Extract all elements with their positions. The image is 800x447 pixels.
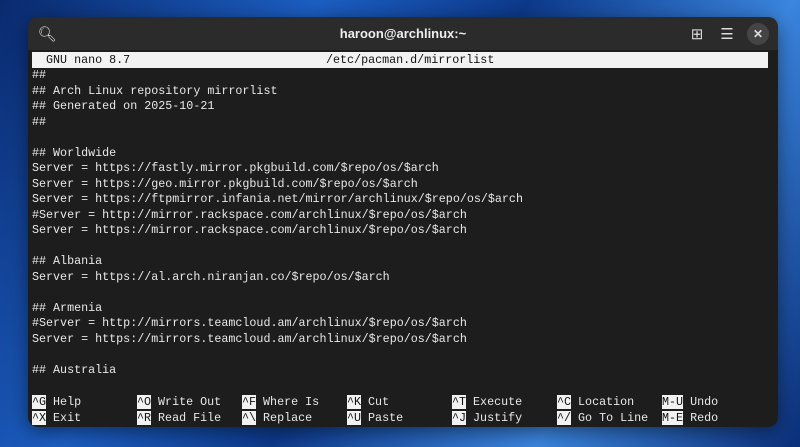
shortcut-item[interactable]: M-E Redo — [662, 410, 718, 426]
shortcut-key: M-E — [662, 411, 684, 425]
shortcut-key: ^R — [137, 411, 152, 425]
shortcut-key: ^O — [137, 395, 152, 409]
shortcut-key: ^G — [32, 395, 47, 409]
window-title: haroon@archlinux:~ — [339, 26, 467, 41]
shortcut-label: Where Is — [263, 395, 320, 409]
shortcut-item[interactable]: ^G Help — [32, 394, 81, 410]
text-line[interactable]: ## Armenia — [32, 301, 772, 317]
shortcut-label: Redo — [690, 411, 719, 425]
shortcut-row: ^G Help ^O Write Out ^F Where Is ^K Cut ^T E… — [32, 394, 772, 410]
shortcut-key: M-U — [662, 395, 684, 409]
nano-editor[interactable]: GNU nano 8.7/etc/pacman.d/mirrorlist ## #… — [32, 52, 772, 378]
text-line[interactable] — [32, 130, 772, 146]
shortcut-key: ^K — [347, 395, 362, 409]
text-line[interactable]: ## Arch Linux repository mirrorlist — [32, 84, 772, 100]
shortcut-label: Read File — [158, 411, 222, 425]
nano-title-bar: GNU nano 8.7/etc/pacman.d/mirrorlist — [32, 52, 768, 68]
terminal-window: 🔍︎ haroon@archlinux:~ ⊞ ☰ ✕ GNU nano 8.7… — [28, 17, 778, 427]
shortcut-label: Go To Line — [578, 411, 649, 425]
shortcut-label: Undo — [690, 395, 719, 409]
new-tab-icon[interactable]: ⊞ — [686, 23, 708, 45]
shortcut-item[interactable]: ^O Write Out — [137, 394, 221, 410]
shortcut-label: Help — [53, 395, 82, 409]
shortcut-key: ^/ — [557, 411, 572, 425]
shortcut-item[interactable]: ^X Exit — [32, 410, 81, 426]
file-content[interactable]: ## ## Arch Linux repository mirrorlist ## … — [32, 68, 772, 378]
shortcut-label: Cut — [368, 395, 390, 409]
text-line[interactable]: Server = https://mirror.rackspace.com/ar… — [32, 223, 772, 239]
text-line[interactable]: ## — [32, 115, 772, 131]
shortcut-label: Paste — [368, 411, 404, 425]
header-bar: 🔍︎ haroon@archlinux:~ ⊞ ☰ ✕ — [28, 17, 778, 50]
text-line[interactable]: #Server = http://mirror.rackspace.com/ar… — [32, 208, 772, 224]
shortcut-key: ^X — [32, 411, 47, 425]
shortcut-label: Write Out — [158, 395, 222, 409]
shortcut-label: Execute — [473, 395, 523, 409]
text-line[interactable] — [32, 347, 772, 363]
shortcut-label: Location — [578, 395, 635, 409]
text-line[interactable]: ## Albania — [32, 254, 772, 270]
shortcut-bar: ^G Help ^O Write Out ^F Where Is ^K Cut ^T E… — [32, 394, 772, 426]
menu-icon[interactable]: ☰ — [716, 23, 738, 45]
text-line[interactable]: Server = https://fastly.mirror.pkgbuild.… — [32, 161, 772, 177]
nano-version: GNU nano 8.7 — [46, 53, 131, 67]
close-icon[interactable]: ✕ — [747, 23, 769, 45]
shortcut-key: ^J — [452, 411, 467, 425]
shortcut-item[interactable]: ^T Execute — [452, 394, 522, 410]
shortcut-label: Exit — [53, 411, 82, 425]
text-line[interactable] — [32, 239, 772, 255]
shortcut-item[interactable]: ^R Read File — [137, 410, 221, 426]
text-line[interactable]: Server = https://al.arch.niranjan.co/$re… — [32, 270, 772, 286]
text-line[interactable]: Server = https://mirrors.teamcloud.am/ar… — [32, 332, 772, 348]
shortcut-key: ^C — [557, 395, 572, 409]
shortcut-item[interactable]: ^/ Go To Line — [557, 410, 648, 426]
shortcut-item[interactable]: ^J Justify — [452, 410, 522, 426]
text-line[interactable]: Server = https://geo.mirror.pkgbuild.com… — [32, 177, 772, 193]
text-line[interactable]: ## Worldwide — [32, 146, 772, 162]
shortcut-label: Justify — [473, 411, 523, 425]
shortcut-item[interactable]: ^U Paste — [347, 410, 403, 426]
text-line[interactable]: #Server = http://mirrors.teamcloud.am/ar… — [32, 316, 772, 332]
shortcut-item[interactable]: ^\ Replace — [242, 410, 312, 426]
text-line[interactable]: ## Generated on 2025-10-21 — [32, 99, 772, 115]
shortcut-key: ^\ — [242, 411, 257, 425]
shortcut-label: Replace — [263, 411, 313, 425]
text-line[interactable]: Server = https://ftpmirror.infania.net/m… — [32, 192, 772, 208]
shortcut-key: ^T — [452, 395, 467, 409]
text-line[interactable] — [32, 285, 772, 301]
text-line[interactable]: ## Australia — [32, 363, 772, 379]
shortcut-key: ^U — [347, 411, 362, 425]
shortcut-item[interactable]: ^C Location — [557, 394, 634, 410]
shortcut-row: ^X Exit ^R Read File ^\ Replace ^U Paste ^J … — [32, 410, 772, 426]
text-line[interactable]: ## — [32, 68, 772, 84]
shortcut-key: ^F — [242, 395, 257, 409]
shortcut-item[interactable]: ^F Where Is — [242, 394, 319, 410]
shortcut-item[interactable]: M-U Undo — [662, 394, 718, 410]
file-name: /etc/pacman.d/mirrorlist — [326, 53, 495, 67]
shortcut-item[interactable]: ^K Cut — [347, 394, 389, 410]
